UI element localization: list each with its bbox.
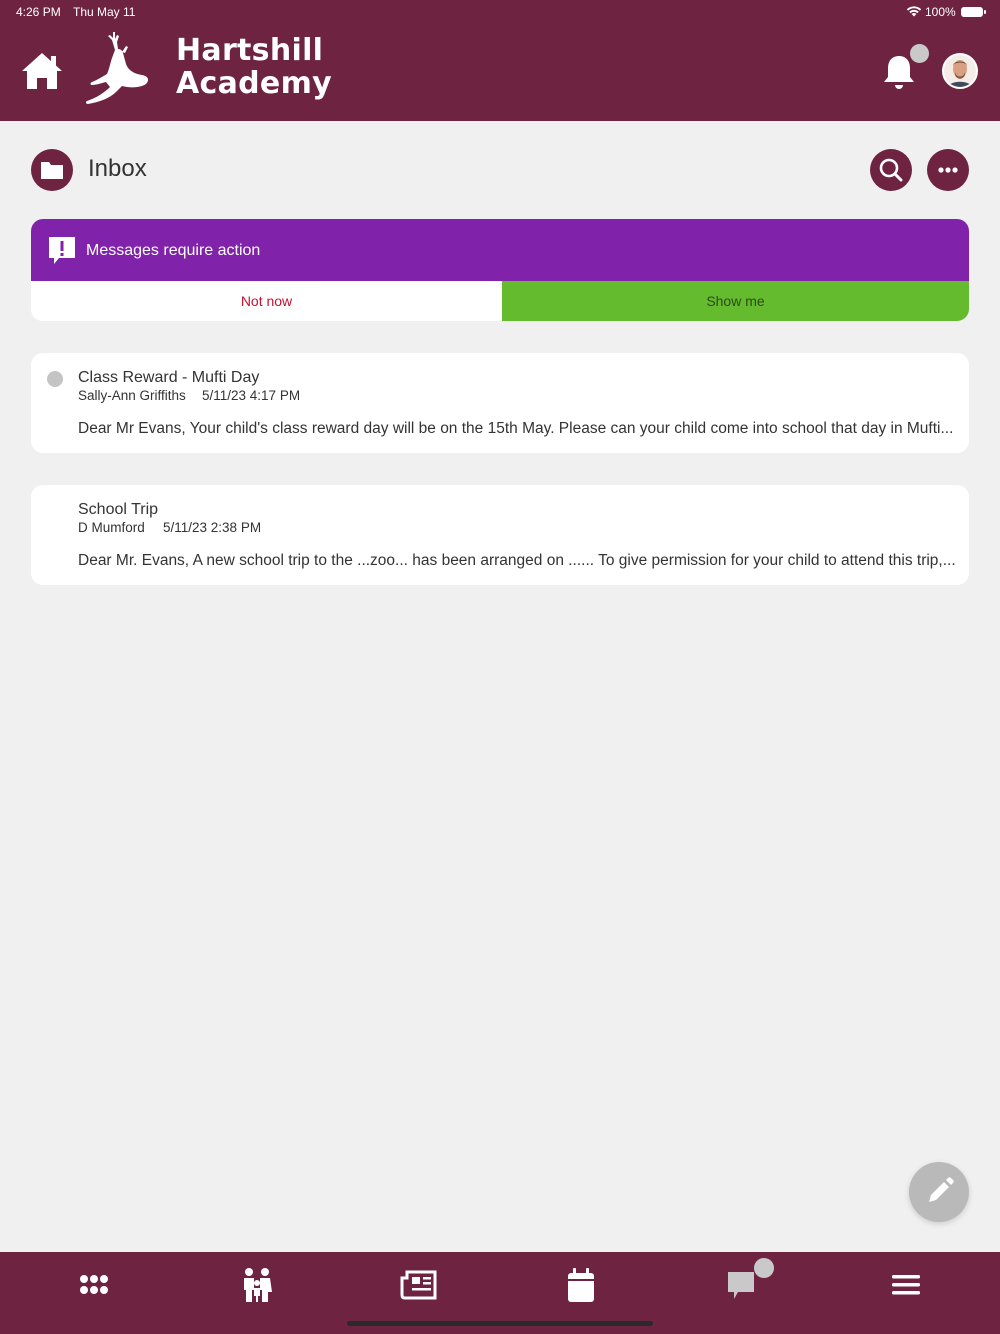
battery-icon [961,7,986,17]
home-indicator [347,1321,653,1326]
status-bar: 4:26 PM Thu May 11 100% [0,0,1000,24]
school-name-line1: Hartshill [176,33,324,68]
school-name: Hartshill Academy [176,34,332,100]
avatar[interactable] [942,53,978,89]
school-name-line2: Academy [176,66,332,101]
message-datetime: 5/11/23 2:38 PM [163,520,262,535]
message-preview: Dear Mr. Evans, A new school trip to the… [78,552,956,569]
alert-message-icon [49,237,75,264]
show-me-button[interactable]: Show me [502,281,969,321]
family-icon[interactable] [237,1266,277,1304]
folder-icon [41,162,63,179]
action-banner-text: Messages require action [86,242,261,259]
message-item[interactable]: Class Reward - Mufti Day Sally-Ann Griff… [31,353,969,453]
apps-grid-icon[interactable] [74,1266,114,1304]
message-subject: School Trip [78,501,159,518]
menu-icon[interactable] [886,1266,926,1304]
more-options-button[interactable] [927,149,969,191]
action-required-card: Messages require action Not now Show me [31,219,969,321]
unread-indicator [47,371,63,387]
status-date: Thu May 11 [73,5,136,19]
search-icon [879,158,903,182]
battery-percent: 100% [925,5,956,19]
ellipsis-icon [938,167,958,173]
message-datetime: 5/11/23 4:17 PM [202,388,301,403]
compose-button[interactable] [909,1162,969,1222]
search-button[interactable] [870,149,912,191]
stag-logo[interactable] [82,30,152,106]
calendar-icon[interactable] [561,1266,601,1304]
message-sender: Sally-Ann Griffiths [78,388,186,403]
not-now-button[interactable]: Not now [31,281,502,321]
avatar-image [944,55,976,87]
folder-button[interactable] [31,149,73,191]
message-subject: Class Reward - Mufti Day [78,369,260,386]
message-item[interactable]: School Trip D Mumford 5/11/23 2:38 PM De… [31,485,969,585]
status-time: 4:26 PM [16,5,61,19]
action-banner[interactable]: Messages require action [31,219,969,281]
home-icon[interactable] [20,50,64,92]
message-sender: D Mumford [78,520,145,535]
pencil-icon [929,1177,954,1202]
app-header: 4:26 PM Thu May 11 100% Hartshill Academ… [0,0,1000,121]
chat-notification-badge [754,1258,774,1278]
notification-badge [910,44,929,63]
bottom-nav [0,1252,1000,1334]
news-icon[interactable] [399,1266,439,1304]
page-title: Inbox [88,155,147,182]
wifi-icon [906,6,922,17]
message-preview: Dear Mr Evans, Your child's class reward… [78,420,954,437]
